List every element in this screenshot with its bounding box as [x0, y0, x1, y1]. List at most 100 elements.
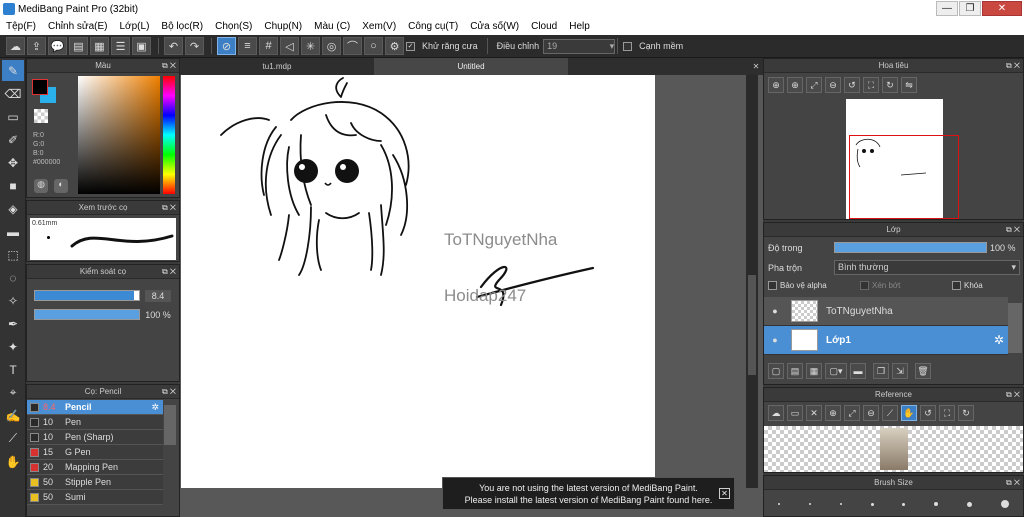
grid-snap-icon[interactable]: # [259, 37, 278, 55]
lasso-tool-icon[interactable]: ◌ [2, 267, 24, 288]
brush-size-dot[interactable] [1000, 500, 1009, 508]
brush-size-dot[interactable] [966, 501, 972, 507]
bucket-tool-icon[interactable]: ◈ [2, 198, 24, 219]
list-icon[interactable]: ☰ [111, 37, 130, 55]
redo-icon[interactable]: ↷ [185, 37, 204, 55]
message-icon[interactable]: ▤ [69, 37, 88, 55]
lock-checkbox[interactable] [952, 281, 961, 290]
brush-item[interactable]: 10 Pen [27, 415, 163, 430]
brush-item[interactable]: 10 Pen (Sharp) [27, 430, 163, 445]
menu-snap[interactable]: Chụp(N) [258, 21, 308, 32]
brush-tool-icon[interactable]: ✎ [2, 60, 24, 81]
fit-screen-icon[interactable]: ⛶ [939, 405, 955, 421]
panel-controls-icon[interactable]: ⧉ ✕ [162, 265, 176, 279]
circle-snap-icon[interactable]: ◎ [322, 37, 341, 55]
gradient-tool-icon[interactable]: ▬ [2, 221, 24, 242]
brush-size-dot[interactable] [934, 502, 939, 506]
folder-icon[interactable]: ▬ [850, 363, 866, 379]
update-notice-line2[interactable]: Please install the latest version of Med… [443, 494, 734, 506]
menu-filter[interactable]: Bộ lọc(R) [155, 21, 209, 32]
navigator-thumbnail[interactable] [846, 99, 959, 219]
fit-icon[interactable]: ⤢ [844, 405, 860, 421]
radial-snap-icon[interactable]: ✳ [301, 37, 320, 55]
new-layer-icon[interactable]: ▢ [768, 363, 784, 379]
fit-screen-icon[interactable]: ⛶ [863, 77, 879, 93]
hue-slider[interactable] [163, 76, 175, 194]
rotate-left-icon[interactable]: ↺ [844, 77, 860, 93]
layer-scrollbar[interactable] [1008, 303, 1022, 353]
brush-item[interactable]: 50 Stipple Pen [27, 475, 163, 490]
menu-tools[interactable]: Công cụ(T) [402, 21, 464, 32]
document-icon[interactable]: ▦ [90, 37, 109, 55]
reference-viewport[interactable] [764, 426, 1023, 472]
zoom-in-2-icon[interactable]: ⊕ [787, 77, 803, 93]
undo-icon[interactable]: ↶ [164, 37, 183, 55]
layer-row[interactable]: ● ToTNguyetNha [764, 297, 1008, 326]
ring-snap-icon[interactable]: ○ [364, 37, 383, 55]
maximize-button[interactable]: ❐ [959, 1, 981, 16]
divide-tool-icon[interactable]: ⌖ [2, 382, 24, 403]
brush-opacity-slider[interactable] [34, 309, 140, 320]
select-eraser-tool-icon[interactable]: ✦ [2, 336, 24, 357]
brush-item[interactable]: 8.4 Pencil ✲ [27, 400, 163, 415]
clipping-checkbox[interactable] [860, 281, 869, 290]
protect-alpha-checkbox[interactable] [768, 281, 777, 290]
new-halftone-layer-icon[interactable]: ▤ [787, 363, 803, 379]
text-tool-icon[interactable]: T [2, 359, 24, 380]
hand-icon[interactable]: ✋ [901, 405, 917, 421]
blend-mode-select[interactable]: Bình thường ▾ [834, 260, 1020, 275]
hand-tool-icon[interactable]: ✋ [2, 451, 24, 472]
gear-icon[interactable]: ✲ [994, 333, 1004, 347]
canvas-scrollbar-thumb[interactable] [748, 275, 756, 375]
grid-icon[interactable]: ▣ [132, 37, 151, 55]
menu-help[interactable]: Help [563, 21, 596, 32]
curve-snap-icon[interactable]: ⌒ [343, 37, 362, 55]
antialias-checkbox[interactable]: ✓ [406, 41, 415, 51]
duplicate-layer-icon[interactable]: ❐ [873, 363, 889, 379]
menu-cloud[interactable]: Cloud [525, 21, 563, 32]
eyedropper-icon[interactable]: ⟋ [882, 405, 898, 421]
brush-list-scrollbar[interactable] [164, 405, 176, 445]
comment-icon[interactable]: 💬 [48, 37, 67, 55]
eye-icon[interactable]: ● [767, 335, 783, 345]
panel-controls-icon[interactable]: ⧉ ✕ [162, 385, 176, 399]
panel-controls-icon[interactable]: ⧉ ✕ [162, 59, 176, 73]
rotate-left-icon[interactable]: ↺ [920, 405, 936, 421]
tab-tu1[interactable]: tu1.mdp [180, 58, 374, 75]
close-reference-icon[interactable]: ✕ [806, 405, 822, 421]
magic-wand-tool-icon[interactable]: ✧ [2, 290, 24, 311]
menu-color[interactable]: Màu (C) [308, 21, 356, 32]
menu-file[interactable]: Tệp(F) [0, 21, 42, 32]
brush-item[interactable]: 15 G Pen [27, 445, 163, 460]
color-wheel-icon[interactable]: ◍ [34, 179, 48, 193]
settings-snap-icon[interactable]: ⚙ [385, 37, 404, 55]
no-snap-icon[interactable]: ⊘ [217, 37, 236, 55]
brush-size-dot[interactable] [839, 503, 842, 505]
zoom-out-icon[interactable]: ⊖ [863, 405, 879, 421]
eyedropper-tool-icon[interactable]: ⟋ [2, 428, 24, 449]
transparent-swatch[interactable] [34, 109, 48, 123]
drawing-canvas[interactable]: ToTNguyetNha Hoidap247 [181, 75, 655, 488]
brush-size-dot[interactable] [902, 502, 906, 506]
gear-icon[interactable]: ✲ [151, 402, 159, 413]
layer-opacity-slider[interactable] [834, 242, 987, 253]
adjust-select[interactable]: 19 ▾ [543, 38, 616, 54]
eye-icon[interactable]: ● [767, 306, 783, 316]
menu-view[interactable]: Xem(V) [356, 21, 402, 32]
cloud-reference-icon[interactable]: ☁ [768, 405, 784, 421]
tab-close-icon[interactable]: ✕ [749, 58, 763, 75]
menu-layer[interactable]: Lớp(L) [114, 21, 156, 32]
brush-size-value[interactable]: 8.4 [145, 290, 171, 302]
brush-item[interactable]: 50 Sumi [27, 490, 163, 505]
flip-icon[interactable]: ⇋ [901, 77, 917, 93]
open-folder-icon[interactable]: ▭ [787, 405, 803, 421]
panel-controls-icon[interactable]: ⧉ ✕ [1006, 59, 1020, 73]
brush-size-slider[interactable] [34, 290, 140, 301]
layer-row[interactable]: ● Lớp1 ✲ [764, 326, 1008, 355]
merge-layer-icon[interactable]: ⇲ [892, 363, 908, 379]
eraser-tool-icon[interactable]: ⌫ [2, 83, 24, 104]
new-8bit-layer-icon[interactable]: ▦ [806, 363, 822, 379]
menu-edit[interactable]: Chỉnh sửa(E) [42, 21, 114, 32]
fill-rect-tool-icon[interactable]: ■ [2, 175, 24, 196]
notice-close-icon[interactable]: ✕ [719, 488, 730, 499]
